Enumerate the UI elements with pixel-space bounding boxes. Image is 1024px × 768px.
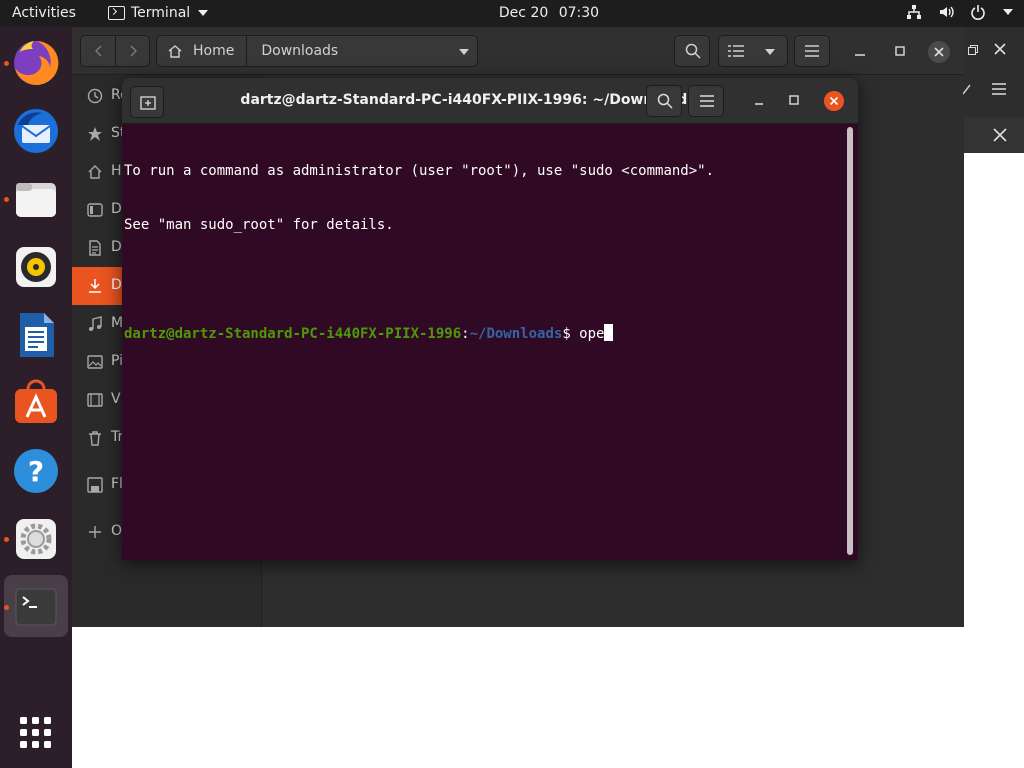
dock: ? [0,27,72,768]
search-icon [685,43,701,59]
files-search-button[interactable] [674,35,710,67]
terminal-menu-button[interactable] [688,85,724,117]
svg-text:?: ? [28,455,44,488]
trash-icon [89,431,101,446]
show-applications-icon[interactable] [10,707,62,759]
help-icon[interactable]: ? [10,445,62,497]
terminal-line: To run a command as administrator (user … [124,163,715,179]
minimize-icon[interactable] [854,45,866,57]
hamburger-icon [805,45,819,57]
terminal-app-icon[interactable] [10,581,62,633]
documents-icon [89,240,101,256]
maximize-icon[interactable] [894,45,906,57]
back-icon[interactable] [93,44,105,58]
clock-date: Dec 20 [498,5,549,21]
terminal-search-button[interactable] [646,85,682,117]
chevron-down-icon [1003,9,1013,15]
nav-buttons[interactable] [80,35,150,67]
clock[interactable]: Dec 20 07:30 [0,5,1024,21]
sidebar-item-label: H [111,163,122,179]
firefox-icon[interactable] [10,37,62,89]
floppy-icon [87,477,103,493]
terminal-prompt-line[interactable]: dartz@dartz-Standard-PC-i440FX-PIIX-1996… [124,324,858,342]
rhythmbox-icon[interactable] [10,241,62,293]
plus-icon [89,526,101,538]
close-icon[interactable] [824,91,844,111]
star-icon [88,127,102,141]
home-icon [168,45,182,58]
recent-icon [87,88,103,104]
terminal-window: dartz@dartz-Standard-PC-i440FX-PIIX-1996… [122,78,858,560]
prompt-path: ~/Downloads [469,326,563,342]
settings-icon[interactable] [10,513,62,565]
view-mode-button[interactable] [718,35,788,67]
search-icon [657,93,673,109]
minimize-icon[interactable] [749,90,769,110]
background-window-row [964,117,1024,153]
prompt-symbol: $ [562,326,580,342]
ubuntu-software-icon[interactable] [10,377,62,429]
top-bar: Activities Terminal Dec 20 07:30 [0,0,1024,27]
sidebar-item-label: V [111,391,121,407]
pictures-icon [87,355,103,369]
hamburger-icon [700,95,714,107]
command-input[interactable]: ope [579,326,604,342]
thunderbird-icon[interactable] [10,105,62,157]
running-indicator [4,537,9,542]
terminal-titlebar[interactable]: dartz@dartz-Standard-PC-i440FX-PIIX-1996… [122,78,858,124]
files-menu-button[interactable] [794,35,830,67]
path-bar[interactable]: Home Downloads [156,35,478,67]
running-indicator [4,605,9,610]
close-icon[interactable] [928,41,950,63]
downloads-icon [89,279,101,293]
system-tray[interactable] [906,4,1014,20]
power-icon [971,5,985,20]
forward-icon[interactable] [127,44,139,58]
sidebar-item-label: D [111,239,122,255]
edit-icon[interactable] [963,82,971,96]
prompt-separator: : [461,326,470,342]
terminal-line: See "man sudo_root" for details. [124,217,394,233]
close-icon[interactable] [993,42,1007,56]
sidebar-item-label: O [111,523,123,539]
sidebar-item-label: D [111,277,122,293]
running-indicator [4,61,9,66]
libreoffice-writer-icon[interactable] [10,309,62,361]
background-window [963,27,1024,153]
path-home-label: Home [193,43,235,59]
terminal-title: dartz@dartz-Standard-PC-i440FX-PIIX-1996… [240,92,696,108]
prompt-user: dartz@dartz-Standard-PC-i440FX-PIIX-1996 [124,326,462,342]
running-indicator [4,197,9,202]
volume-icon [940,6,954,18]
files-icon[interactable] [10,173,62,225]
files-headerbar: Home Downloads [72,27,964,75]
caret-down-icon[interactable] [459,48,469,56]
videos-icon [87,393,103,407]
maximize-icon[interactable] [784,90,804,110]
text-cursor [604,324,614,341]
home-icon [88,165,102,179]
path-current-label: Downloads [261,43,339,59]
restore-icon[interactable] [968,45,978,55]
caret-down-icon[interactable] [765,48,775,56]
clock-time: 07:30 [558,5,600,21]
list-view-icon [728,45,744,57]
close-icon[interactable] [993,128,1007,142]
terminal-scrollbar[interactable] [847,127,853,555]
desktop-icon [87,203,103,217]
path-home-button[interactable]: Home [157,36,248,66]
music-icon [89,316,102,331]
sidebar-item-label: D [111,201,122,217]
network-icon [907,5,921,19]
terminal-output[interactable]: To run a command as administrator (user … [122,124,858,560]
path-downloads-button[interactable]: Downloads [247,36,348,66]
hamburger-icon[interactable] [992,83,1006,95]
